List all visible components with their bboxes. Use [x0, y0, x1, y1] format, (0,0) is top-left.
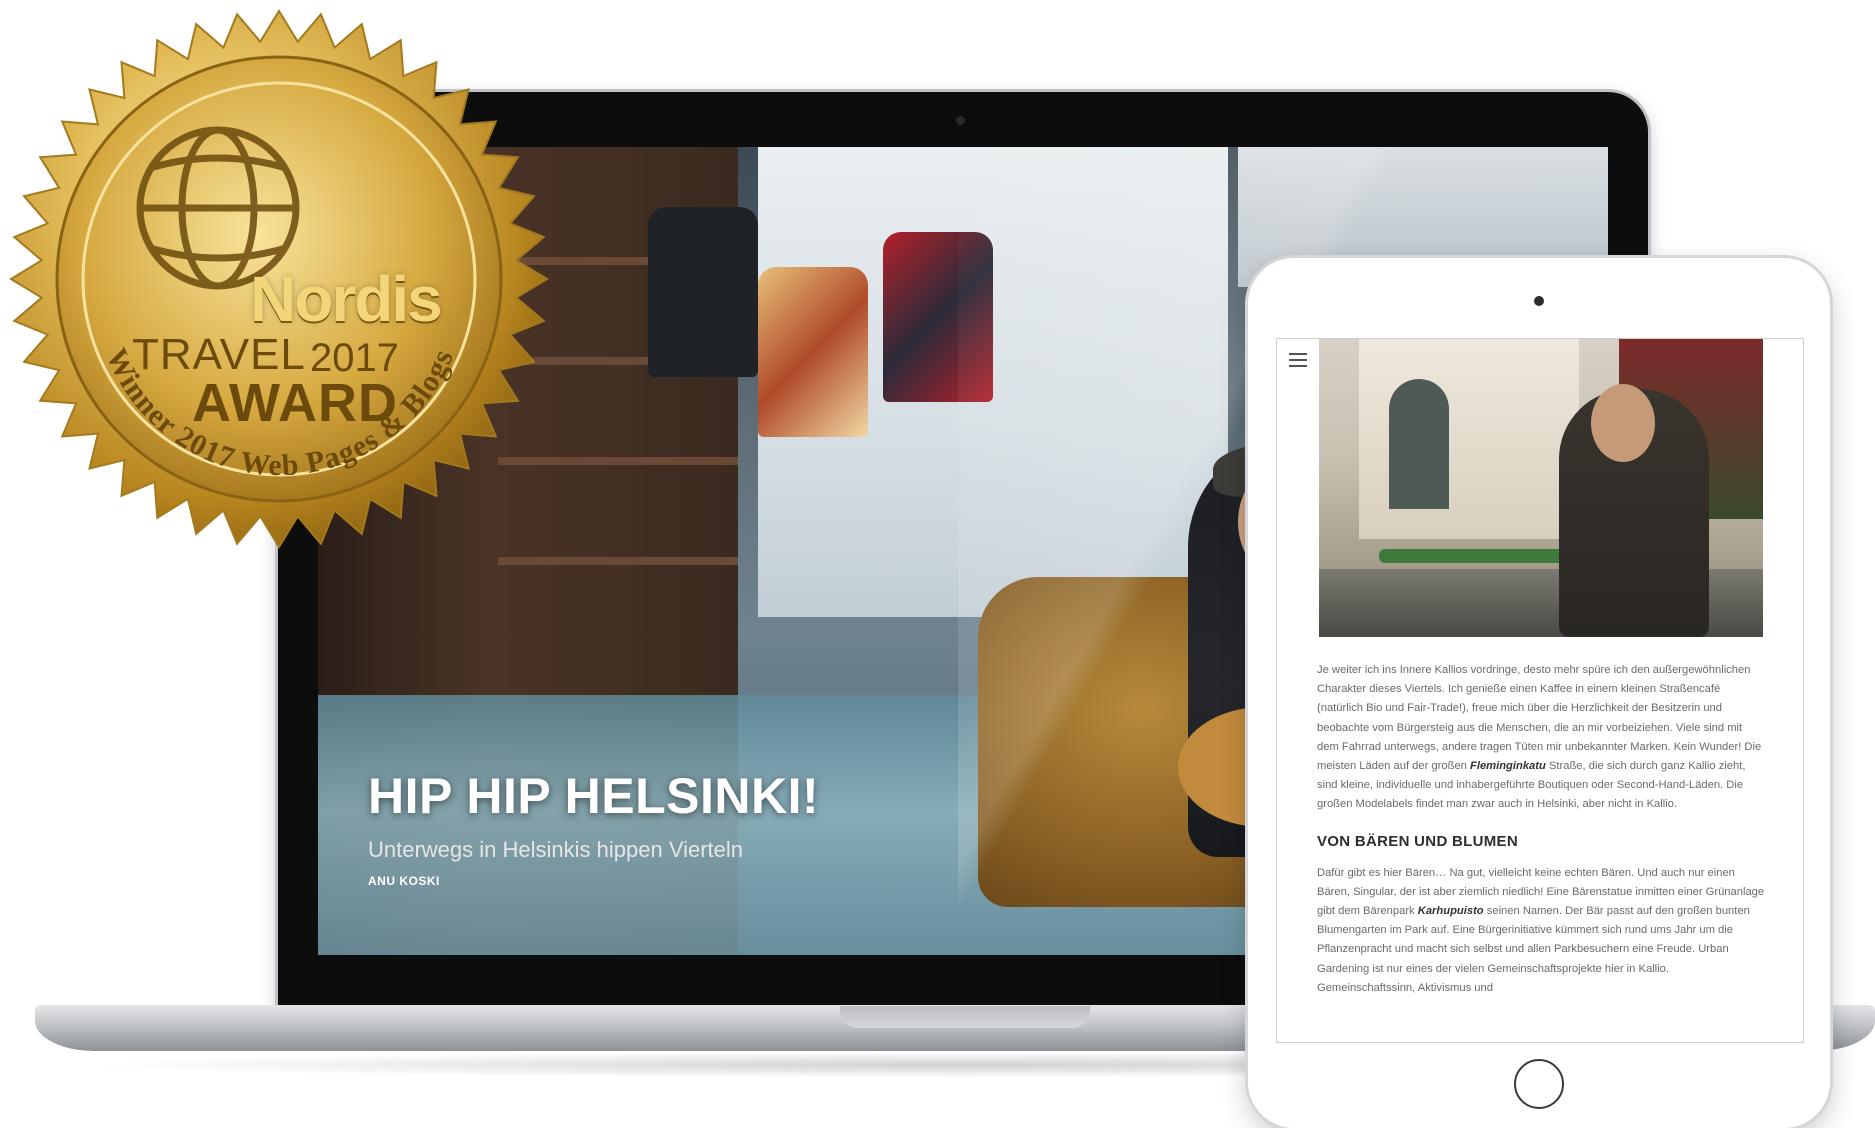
tablet-device: Je weiter ich ins Innere Kallios vordrin… [1248, 258, 1830, 1128]
hero-title: HIP HIP HELSINKI! [368, 768, 820, 824]
article-photo [1319, 339, 1763, 637]
tablet-screen: Je weiter ich ins Innere Kallios vordrin… [1276, 338, 1804, 1043]
svg-text:Winner 2017 Web Pages & Blogs: Winner 2017 Web Pages & Blogs [100, 343, 461, 482]
hero-subtitle: Unterwegs in Helsinkis hippen Vierteln [368, 837, 744, 862]
hanging-shirt-image [758, 267, 868, 437]
home-button[interactable] [1514, 1059, 1564, 1109]
laptop-camera [956, 116, 965, 125]
article-heading: VON BÄREN UND BLUMEN [1317, 832, 1518, 850]
article-paragraph: Je weiter ich ins Innere Kallios vordrin… [1317, 664, 1762, 811]
laptop-notch [840, 1006, 1090, 1028]
cafe-table-image [1379, 549, 1569, 563]
shelf-board [498, 557, 738, 565]
article-body: Je weiter ich ins Innere Kallios vordrin… [1317, 661, 1767, 998]
article-paragraph: Dafür gibt es hier Bären… Na gut, vielle… [1317, 866, 1765, 994]
hanging-shirt-image [648, 207, 758, 377]
badge-arc-text: Winner 2017 Web Pages & Blogs [100, 343, 461, 482]
tablet-camera [1534, 296, 1544, 306]
hero-author[interactable]: ANU KOSKI [368, 874, 440, 888]
street-name-link: Fleminginkatu [1470, 760, 1546, 773]
hanging-shirt-image [883, 232, 993, 402]
hamburger-menu-icon[interactable] [1289, 353, 1307, 371]
park-name-link: Karhupuisto [1417, 905, 1484, 918]
face-image [1591, 384, 1655, 462]
award-badge: Nordis TRAVEL 2017 AWARD Winner 2017 Web… [0, 0, 560, 549]
doorway-image [1389, 379, 1449, 509]
